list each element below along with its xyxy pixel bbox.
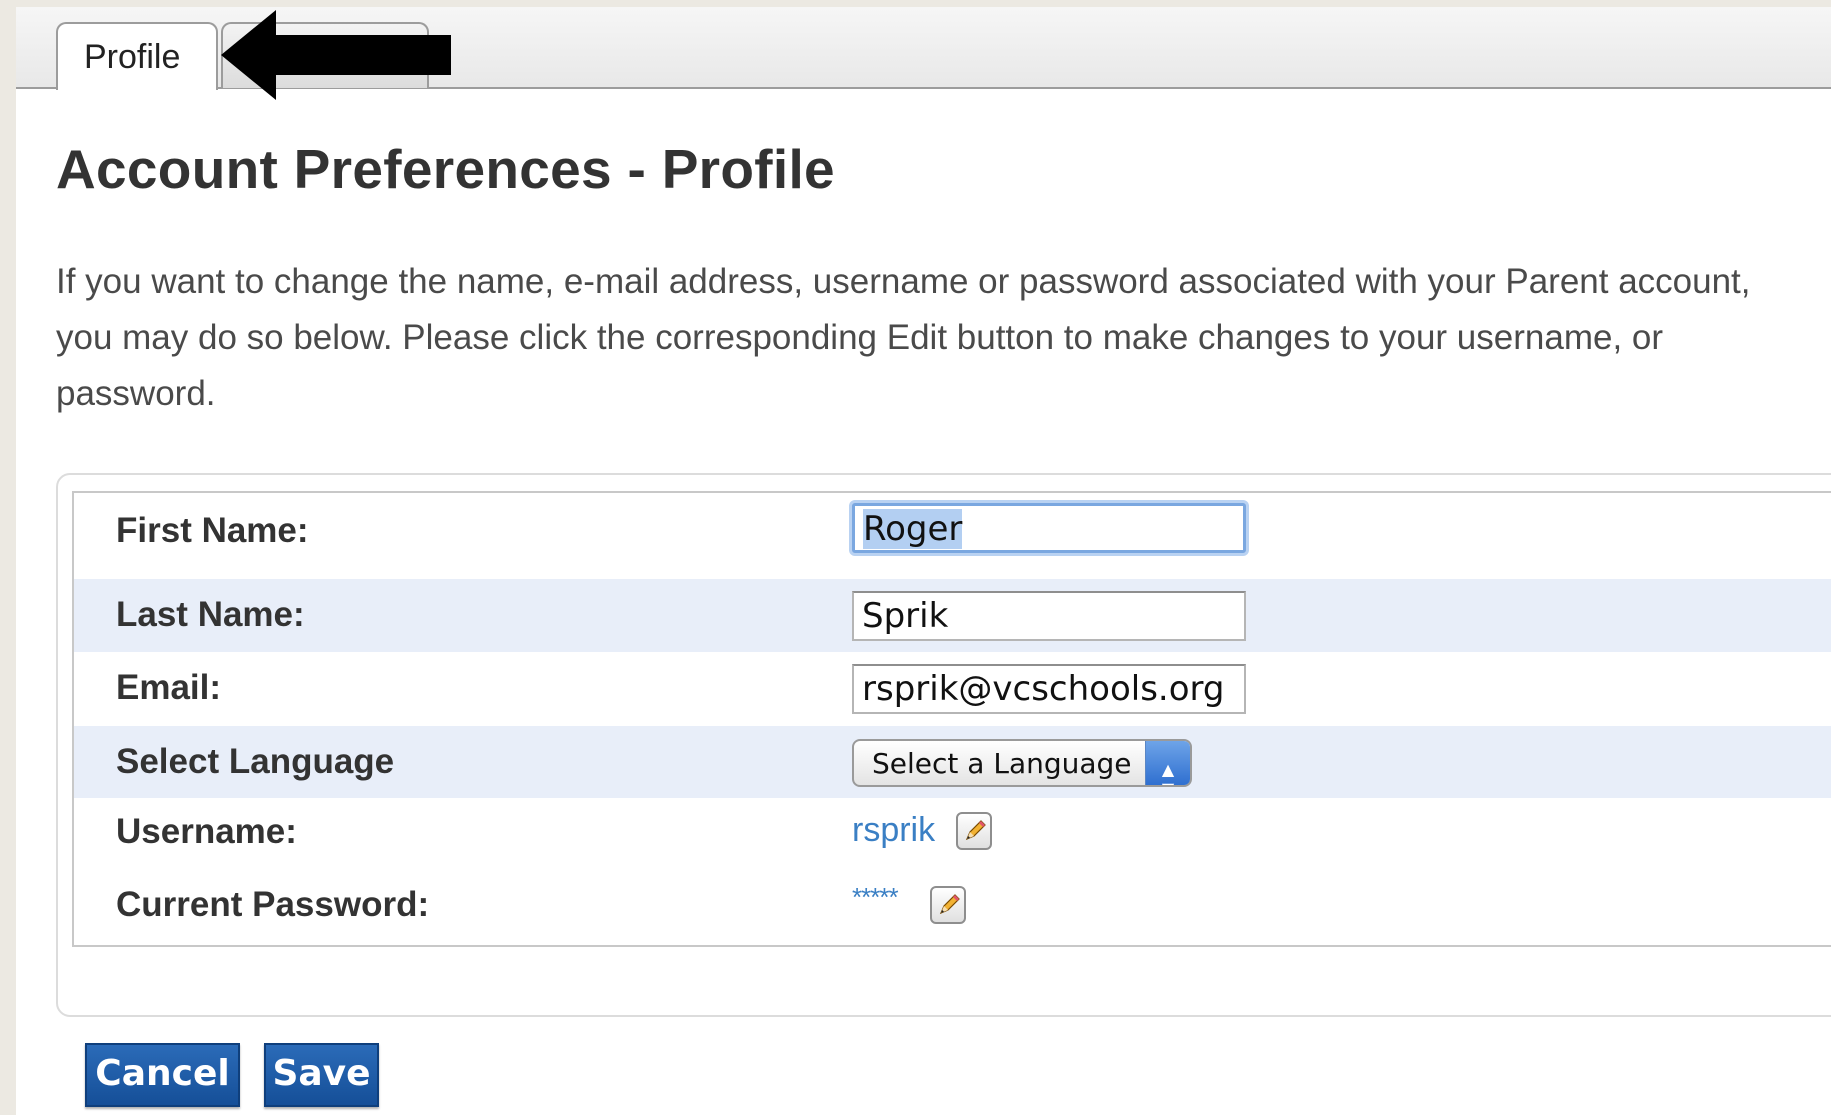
row-email: Email: rsprik@vcschools.org [74, 652, 1831, 726]
tab-profile-label: Profile [84, 38, 181, 76]
edit-username-button[interactable] [956, 812, 992, 850]
save-button[interactable]: Save [264, 1043, 379, 1107]
password-value: ***** [852, 882, 899, 912]
pencil-icon [939, 894, 960, 915]
first-name-input[interactable]: Roger [852, 503, 1246, 553]
email-value: rsprik@vcschools.org [862, 669, 1225, 709]
tab-profile[interactable]: Profile [56, 22, 218, 90]
language-label: Select Language [116, 742, 395, 781]
row-language: Select Language Select a Language ▲▼ [74, 726, 1831, 798]
last-name-label: Last Name: [116, 595, 305, 634]
last-name-input[interactable]: Sprik [852, 591, 1246, 641]
row-username: Username: rsprik [74, 798, 1831, 870]
up-down-arrows-icon: ▲▼ [1145, 741, 1190, 785]
language-select-value: Select a Language [872, 747, 1132, 780]
email-label: Email: [116, 668, 222, 707]
cancel-button[interactable]: Cancel [85, 1043, 240, 1107]
page: Profile Account Preferences - Profile If… [16, 7, 1831, 1115]
row-last-name: Last Name: Sprik [74, 579, 1831, 652]
edit-password-button[interactable] [930, 886, 966, 924]
page-title: Account Preferences - Profile [56, 138, 835, 200]
password-label: Current Password: [116, 885, 430, 924]
language-select[interactable]: Select a Language ▲▼ [852, 739, 1192, 787]
username-label: Username: [116, 812, 297, 851]
profile-form: First Name: Roger Last Name: Sprik Email… [72, 491, 1831, 947]
intro-text: If you want to change the name, e-mail a… [56, 262, 1751, 413]
first-name-value: Roger [863, 509, 963, 549]
last-name-value: Sprik [862, 596, 949, 636]
row-password: Current Password: ***** [74, 870, 1831, 945]
first-name-label: First Name: [116, 511, 309, 550]
username-link[interactable]: rsprik [852, 811, 935, 850]
email-input[interactable]: rsprik@vcschools.org [852, 664, 1246, 714]
pencil-icon [965, 820, 986, 841]
row-first-name: First Name: Roger [74, 493, 1831, 579]
arrow-left-icon [221, 10, 451, 100]
